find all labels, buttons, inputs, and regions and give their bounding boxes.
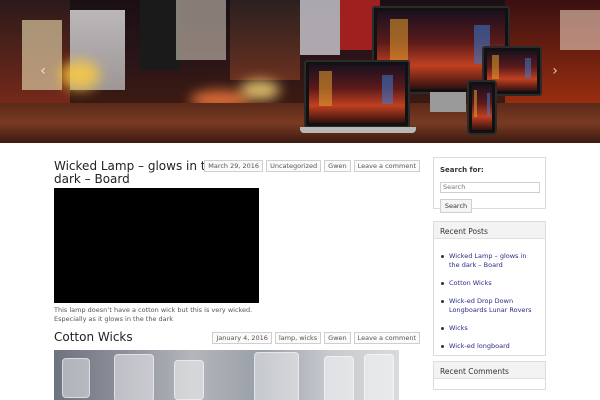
laptop-device bbox=[304, 60, 410, 128]
hero-building bbox=[230, 0, 300, 80]
recent-comments-title: Recent Comments bbox=[434, 362, 545, 379]
post-author-link[interactable]: Gwen bbox=[324, 332, 351, 344]
recent-post-item[interactable]: Wick-ed Drop Down Longboards Lunar Rover… bbox=[440, 297, 539, 315]
recent-post-item[interactable]: Wick-ed longboard bbox=[440, 342, 539, 351]
image-detail bbox=[174, 360, 204, 400]
post-excerpt: This lamp doesn’t have a cotton wick but… bbox=[54, 306, 253, 323]
post-featured-image[interactable] bbox=[54, 350, 399, 400]
bullet-icon bbox=[441, 345, 444, 348]
post-date-link[interactable]: January 4, 2016 bbox=[212, 332, 272, 344]
hero-street bbox=[0, 103, 600, 143]
search-widget: Search for: Search bbox=[433, 157, 546, 213]
post-comment-link[interactable]: Leave a comment bbox=[353, 332, 420, 344]
post-meta: March 29, 2016 Uncategorized Gwen Leave … bbox=[204, 160, 420, 172]
hero-light bbox=[60, 60, 100, 90]
slider-next-icon[interactable]: › bbox=[548, 62, 562, 80]
bullet-icon bbox=[441, 282, 444, 285]
hero-slider: ‹ › bbox=[0, 0, 600, 143]
recent-post-item[interactable]: Cotton Wicks bbox=[440, 279, 539, 288]
post-category-link[interactable]: Uncategorized bbox=[266, 160, 322, 172]
search-button[interactable]: Search bbox=[440, 199, 472, 213]
recent-post-link[interactable]: Wicked Lamp – glows in the dark – Board bbox=[449, 252, 539, 270]
recent-comments-widget: Recent Comments bbox=[433, 361, 546, 390]
phone-device bbox=[467, 80, 497, 135]
search-label: Search for: bbox=[440, 166, 484, 174]
recent-post-item[interactable]: Wicks bbox=[440, 324, 539, 333]
imac-stand bbox=[430, 92, 466, 112]
image-detail bbox=[364, 354, 394, 400]
recent-post-link[interactable]: Wick-ed Drop Down Longboards Lunar Rover… bbox=[449, 297, 539, 315]
post-meta: January 4, 2016 lamp, wicks Gwen Leave a… bbox=[212, 332, 420, 344]
hero-building bbox=[140, 0, 180, 70]
post-date-link[interactable]: March 29, 2016 bbox=[204, 160, 264, 172]
recent-posts-widget: Recent Posts Wicked Lamp – glows in the … bbox=[433, 221, 546, 356]
post-comment-link[interactable]: Leave a comment bbox=[353, 160, 420, 172]
recent-post-link[interactable]: Wicks bbox=[449, 324, 468, 333]
laptop-base bbox=[300, 127, 416, 133]
post-video[interactable] bbox=[54, 188, 259, 303]
recent-post-link[interactable]: Cotton Wicks bbox=[449, 279, 492, 288]
image-detail bbox=[114, 354, 154, 400]
hero-billboard bbox=[300, 0, 340, 55]
hero-billboard bbox=[560, 10, 600, 50]
bullet-icon bbox=[441, 255, 444, 258]
recent-posts-list: Wicked Lamp – glows in the dark – Board … bbox=[434, 239, 545, 351]
post-author-link[interactable]: Gwen bbox=[324, 160, 351, 172]
slider-prev-icon[interactable]: ‹ bbox=[36, 62, 50, 80]
post-article: Cotton Wicks January 4, 2016 lamp, wicks… bbox=[54, 331, 420, 400]
bullet-icon bbox=[441, 327, 444, 330]
post-article: Wicked Lamp – glows in the dark – Board … bbox=[54, 160, 420, 330]
search-input[interactable] bbox=[440, 181, 540, 193]
bullet-icon bbox=[441, 300, 444, 303]
hero-building bbox=[176, 0, 226, 60]
image-detail bbox=[62, 358, 90, 398]
post-tags-link[interactable]: lamp, wicks bbox=[274, 332, 322, 344]
hero-light bbox=[240, 80, 280, 100]
recent-post-link[interactable]: Wick-ed longboard bbox=[449, 342, 510, 351]
recent-posts-title: Recent Posts bbox=[434, 222, 545, 239]
image-detail bbox=[324, 356, 354, 400]
recent-post-item[interactable]: Wicked Lamp – glows in the dark – Board bbox=[440, 252, 539, 270]
image-detail bbox=[254, 352, 299, 400]
